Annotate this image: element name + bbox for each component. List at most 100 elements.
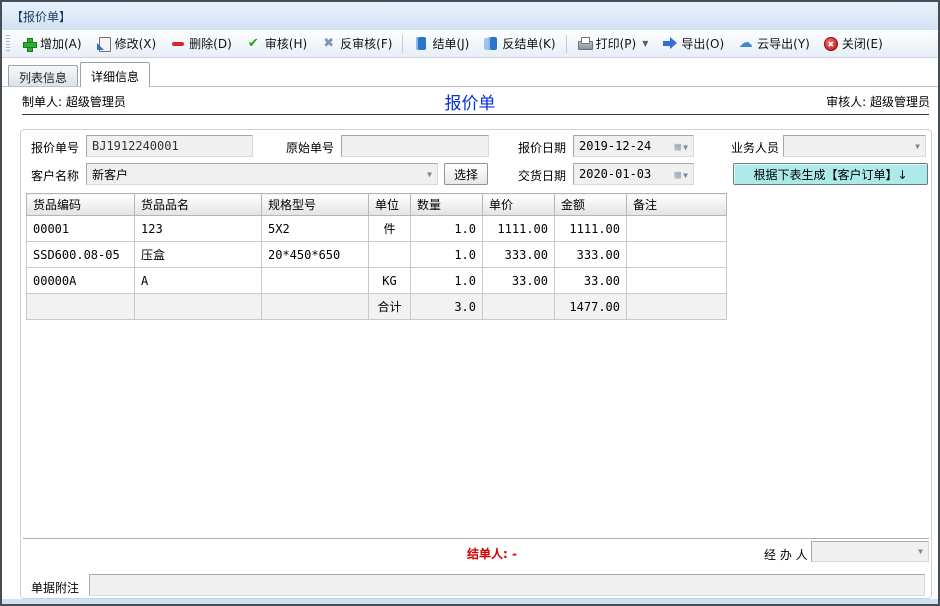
cell-price[interactable]: 1111.00: [483, 216, 555, 242]
add-button[interactable]: 增加(A): [14, 31, 89, 56]
print-icon: [577, 36, 592, 51]
form-groupbox: 报价单号 BJ1912240001 原始单号 报价日期 2019-12-24 ▦…: [20, 129, 932, 599]
print-button[interactable]: 打印(P) ▼: [570, 31, 656, 56]
unsettle-button[interactable]: 反结单(K): [476, 31, 562, 56]
cell-item-name[interactable]: 压盒: [135, 242, 262, 268]
cell-note[interactable]: [627, 242, 727, 268]
delete-button-label: 删除(D): [189, 35, 232, 52]
salesperson-label: 业务人员: [731, 139, 779, 156]
close-button[interactable]: ✖ 关闭(E): [817, 31, 890, 56]
col-header[interactable]: 数量: [411, 194, 483, 216]
add-icon: [21, 36, 36, 51]
chevron-down-icon: ▼: [918, 547, 923, 556]
window-title: 【报价单】: [11, 8, 71, 25]
cell-unit[interactable]: [369, 242, 411, 268]
table-total-row: 合计 3.0 1477.00: [27, 294, 727, 320]
edit-button-label: 修改(X): [115, 35, 157, 52]
total-cell: [135, 294, 262, 320]
cell-item-code[interactable]: SSD600.08-05: [27, 242, 135, 268]
col-header[interactable]: 单位: [369, 194, 411, 216]
cell-qty[interactable]: 1.0: [411, 268, 483, 294]
col-header[interactable]: 金额: [555, 194, 627, 216]
col-header[interactable]: 规格型号: [262, 194, 369, 216]
edit-button[interactable]: 修改(X): [89, 31, 164, 56]
customer-label: 客户名称: [31, 167, 79, 184]
delivery-date-picker[interactable]: 2020-01-03 ▦▼: [573, 163, 694, 185]
cell-qty[interactable]: 1.0: [411, 242, 483, 268]
cell-note[interactable]: [627, 216, 727, 242]
col-header[interactable]: 货品编码: [27, 194, 135, 216]
chevron-down-icon: ▼: [683, 143, 688, 152]
cloud-export-icon: ☁: [738, 36, 753, 51]
unapprove-button[interactable]: ✖ 反审核(F): [314, 31, 399, 56]
table-row[interactable]: 00000A A KG 1.0 33.00 33.00: [27, 268, 727, 294]
total-note: [627, 294, 727, 320]
cell-unit[interactable]: KG: [369, 268, 411, 294]
cell-item-name[interactable]: 123: [135, 216, 262, 242]
approve-button[interactable]: ✔ 审核(H): [239, 31, 314, 56]
detail-tab-page: 制单人: 超级管理员 报价单 审核人: 超级管理员 报价单号 BJ1912240…: [2, 87, 938, 599]
cell-amount[interactable]: 33.00: [555, 268, 627, 294]
generate-order-button[interactable]: 根据下表生成【客户订单】↓: [733, 163, 928, 185]
toolbar-grip[interactable]: [6, 35, 10, 52]
salesperson-combo[interactable]: ▼: [783, 135, 926, 157]
quote-date-icons: ▦▼: [675, 139, 688, 153]
print-dropdown-caret-icon[interactable]: ▼: [642, 39, 648, 48]
customer-combo[interactable]: 新客户 ▼: [86, 163, 438, 185]
quote-no-field[interactable]: BJ1912240001: [86, 135, 253, 157]
cell-spec[interactable]: [262, 268, 369, 294]
delete-button[interactable]: 删除(D): [163, 31, 239, 56]
table-row[interactable]: SSD600.08-05 压盒 20*450*650 1.0 333.00 33…: [27, 242, 727, 268]
calendar-icon: ▦: [675, 168, 682, 181]
approve-icon: ✔: [246, 36, 261, 51]
cell-price[interactable]: 33.00: [483, 268, 555, 294]
handler-combo[interactable]: ▼: [811, 541, 929, 562]
total-price: [483, 294, 555, 320]
unsettle-icon: [483, 36, 498, 51]
note-field[interactable]: [89, 574, 925, 596]
delete-icon: [170, 36, 185, 51]
export-button[interactable]: 导出(O): [655, 31, 731, 56]
unapprove-icon: ✖: [321, 36, 336, 51]
cell-amount[interactable]: 333.00: [555, 242, 627, 268]
table-row[interactable]: 00001 123 5X2 件 1.0 1111.00 1111.00: [27, 216, 727, 242]
settle-button[interactable]: 结单(J): [406, 31, 476, 56]
cloud-export-button[interactable]: ☁ 云导出(Y): [731, 31, 817, 56]
unapprove-button-label: 反审核(F): [340, 35, 392, 52]
auditor-text: 审核人: 超级管理员: [826, 93, 930, 110]
total-amount: 1477.00: [555, 294, 627, 320]
edit-icon: [96, 36, 111, 51]
select-customer-button[interactable]: 选择: [444, 163, 488, 185]
items-table: 货品编码 货品品名 规格型号 单位 数量 单价 金额 备注 00001 123 …: [26, 193, 727, 320]
original-no-field[interactable]: [341, 135, 489, 157]
quote-date-value: 2019-12-24: [579, 139, 651, 153]
approve-button-label: 审核(H): [265, 35, 307, 52]
cell-note[interactable]: [627, 268, 727, 294]
quotation-window: 【报价单】 增加(A) 修改(X) 删除(D) ✔ 审核(H) ✖ 反审核(F)…: [0, 0, 940, 606]
original-no-label: 原始单号: [286, 139, 334, 156]
cell-price[interactable]: 333.00: [483, 242, 555, 268]
col-header[interactable]: 单价: [483, 194, 555, 216]
tab-detail-info[interactable]: 详细信息: [80, 62, 150, 87]
quote-no-label: 报价单号: [31, 139, 79, 156]
delivery-date-label: 交货日期: [518, 167, 566, 184]
chevron-down-icon: ▼: [427, 170, 432, 179]
settle-button-label: 结单(J): [432, 35, 469, 52]
col-header[interactable]: 货品品名: [135, 194, 262, 216]
col-header[interactable]: 备注: [627, 194, 727, 216]
total-cell: [262, 294, 369, 320]
calendar-icon: ▦: [675, 140, 682, 153]
cell-qty[interactable]: 1.0: [411, 216, 483, 242]
close-button-label: 关闭(E): [842, 35, 883, 52]
tab-list-info[interactable]: 列表信息: [8, 65, 78, 86]
cell-item-code[interactable]: 00001: [27, 216, 135, 242]
cell-item-code[interactable]: 00000A: [27, 268, 135, 294]
quote-date-picker[interactable]: 2019-12-24 ▦▼: [573, 135, 694, 157]
export-icon: [662, 36, 677, 51]
cell-unit[interactable]: 件: [369, 216, 411, 242]
toolbar-separator: [402, 35, 403, 53]
cell-item-name[interactable]: A: [135, 268, 262, 294]
cell-amount[interactable]: 1111.00: [555, 216, 627, 242]
cell-spec[interactable]: 20*450*650: [262, 242, 369, 268]
cell-spec[interactable]: 5X2: [262, 216, 369, 242]
